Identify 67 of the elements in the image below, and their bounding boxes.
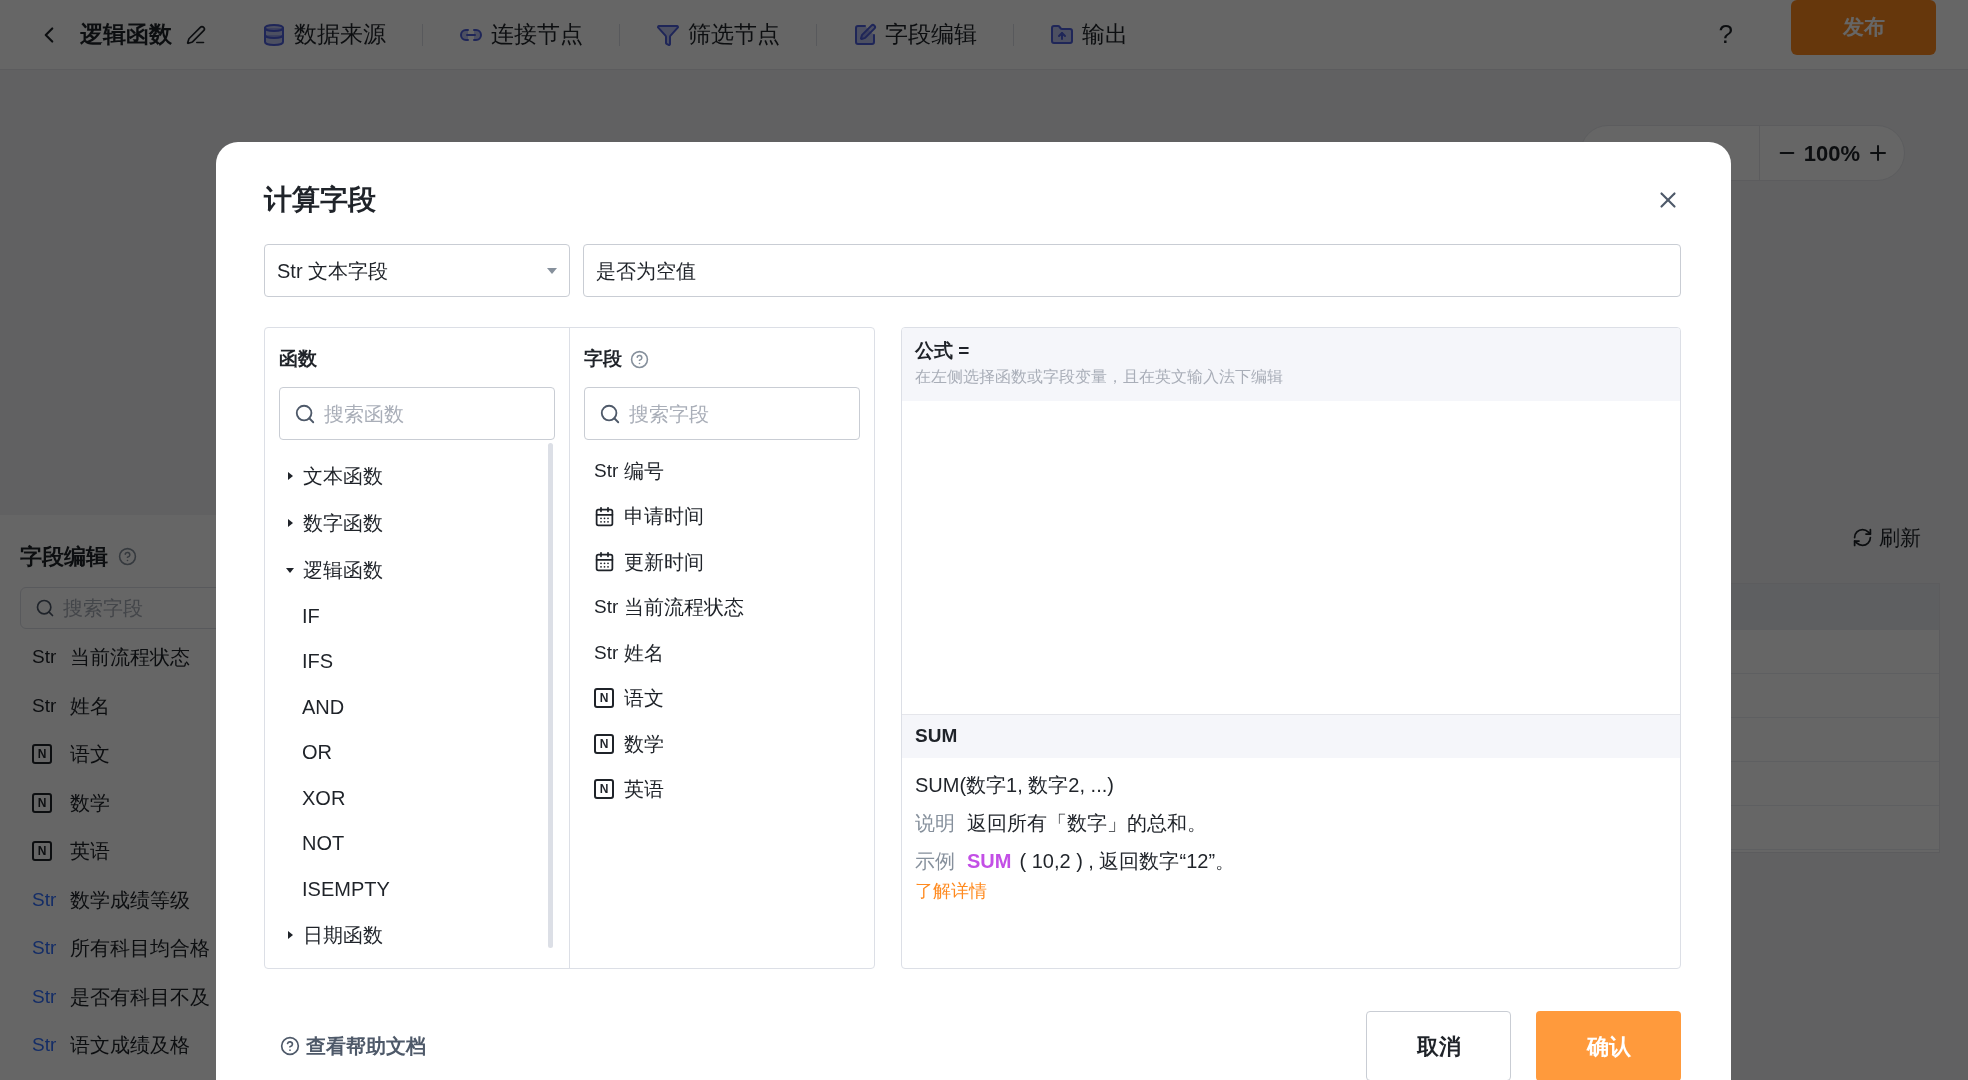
type-tag: Str [32,691,62,720]
search-icon [35,598,55,618]
example-function: SUM [967,849,1012,874]
help-icon[interactable] [118,547,137,566]
number-type-icon: N [594,779,614,800]
caret-right-icon[interactable] [285,930,295,940]
function-category[interactable]: 文本函数 [303,460,383,491]
type-tag: Str [32,934,62,963]
number-type-icon: N [594,733,614,754]
help-docs-link[interactable]: 查看帮助文档 [280,1031,426,1061]
formula-hint: 在左侧选择函数或字段变量，且在英文输入法下编辑 [915,367,1283,387]
type-tag: Str [32,885,62,914]
column-title: 字段 [584,347,622,371]
search-icon [599,402,621,425]
type-tag: Str [594,593,624,622]
field-item[interactable]: 申请时间 [584,493,860,539]
function-item[interactable]: IFS [302,646,334,677]
cancel-button[interactable]: 取消 [1366,1011,1511,1080]
function-category[interactable]: 逻辑函数 [303,554,383,585]
function-item[interactable]: ISEMPTY [302,873,390,904]
number-type-icon: N [32,744,52,765]
function-help-header: SUM [902,714,1680,758]
field-item[interactable]: Str 当前流程状态 [584,584,860,630]
calendar-icon [594,551,615,573]
type-tag: Str [594,638,624,667]
field-item[interactable]: N 数学 [584,721,860,767]
dialog-title: 计算字段 [264,183,376,217]
field-name-input[interactable]: 是否为空值 [583,244,1681,297]
function-item[interactable]: AND [302,691,345,722]
function-item[interactable]: XOR [302,782,346,813]
type-tag: Str [32,643,62,672]
field-item[interactable]: Str 编号 [584,448,860,494]
dropdown-caret-icon [547,267,557,274]
zoom-level: 100% [1803,139,1860,168]
type-select[interactable]: Str 文本字段 [264,244,570,297]
example-label: 示例 [915,849,955,874]
field-item[interactable]: 更新时间 [584,539,860,585]
number-type-icon: N [32,841,52,862]
function-item[interactable]: IF [302,600,320,631]
help-icon [280,1036,300,1056]
description-label: 说明 [915,811,955,836]
type-tag: Str [32,1031,62,1060]
panel-title: 字段编辑 [20,543,108,571]
caret-right-icon[interactable] [285,470,295,481]
calendar-icon [594,505,615,527]
type-tag: Str [32,982,62,1011]
function-signature: SUM(数字1, 数字2, ...) [915,773,1114,798]
edit-icon[interactable] [186,24,206,45]
function-item[interactable]: OR [302,737,332,768]
function-item[interactable]: NOT [302,828,345,859]
number-type-icon: N [594,688,614,709]
search-icon [294,402,316,425]
help-icon[interactable] [630,349,649,369]
example-text: ( 10,2 ) , 返回数字“12”。 [1019,849,1236,874]
column-title: 函数 [279,347,317,371]
type-tag: Str [594,456,624,485]
number-type-icon: N [32,792,52,813]
function-category[interactable]: 日期函数 [303,920,383,950]
formula-label: 公式 = [915,339,970,363]
field-item[interactable]: N 英语 [584,766,860,812]
page-title: 逻辑函数 [80,20,172,50]
description-text: 返回所有「数字」的总和。 [967,811,1207,836]
refresh-icon [1852,527,1873,549]
field-item[interactable]: N 语文 [584,675,860,721]
caret-right-icon[interactable] [285,517,295,528]
function-category[interactable]: 数字函数 [303,507,383,538]
field-item[interactable]: Str 姓名 [584,630,860,676]
